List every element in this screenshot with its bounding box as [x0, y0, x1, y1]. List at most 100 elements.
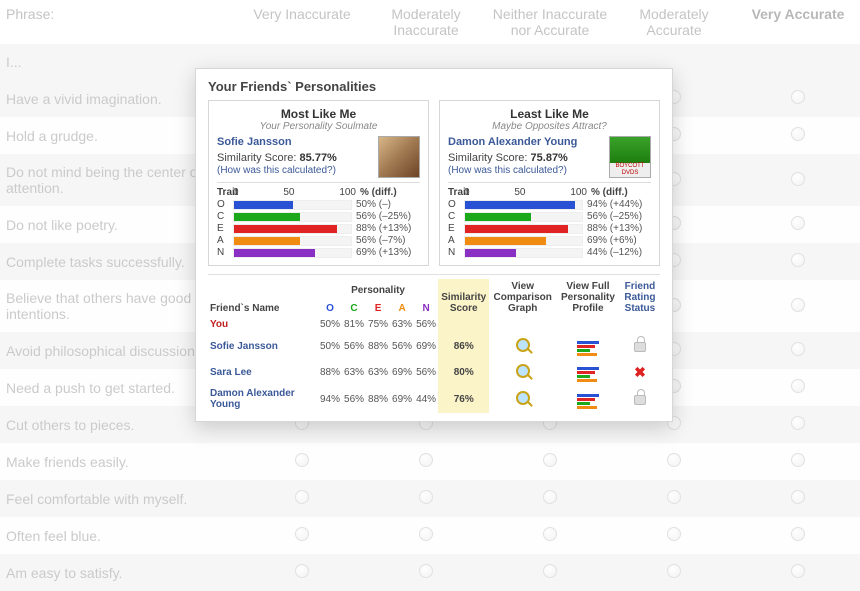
- trait-row: A 69% (+6%): [448, 235, 651, 246]
- how-calculated-link[interactable]: (How was this calculated?): [448, 165, 567, 176]
- least-heading: Least Like Me: [448, 107, 651, 121]
- trait-value: 56%: [342, 333, 366, 359]
- similarity-cell: 76%: [438, 385, 489, 413]
- radio-option[interactable]: [667, 453, 681, 467]
- radio-option[interactable]: [543, 490, 557, 504]
- radio-option[interactable]: [791, 253, 805, 267]
- radio-option[interactable]: [667, 564, 681, 578]
- trait-row: N69% (+13%): [217, 247, 420, 258]
- radio-option[interactable]: [419, 527, 433, 541]
- radio-option[interactable]: [791, 564, 805, 578]
- radio-option[interactable]: [543, 527, 557, 541]
- most-like-me-box: Most Like Me Your Personality Soulmate S…: [208, 100, 429, 266]
- survey-row: Am easy to satisfy.: [0, 554, 860, 591]
- radio-option[interactable]: [791, 416, 805, 430]
- trait-row: N44% (–12%): [448, 247, 651, 258]
- trait-value: 69% (+6%): [587, 235, 651, 246]
- col-view-graph: View Comparison Graph: [489, 279, 556, 316]
- trait-value: 69%: [390, 359, 414, 385]
- trait-letter: O: [217, 199, 233, 210]
- radio-option[interactable]: [295, 453, 309, 467]
- radio-option[interactable]: [295, 490, 309, 504]
- magnifier-icon[interactable]: [516, 391, 530, 405]
- how-calculated-link[interactable]: (How was this calculated?): [217, 165, 336, 176]
- survey-col-4: Moderately Accurate: [612, 0, 736, 44]
- survey-col-5: Very Accurate: [736, 0, 860, 44]
- magnifier-icon[interactable]: [516, 338, 530, 352]
- trait-value: 81%: [342, 316, 366, 333]
- radio-option[interactable]: [791, 90, 805, 104]
- trait-bar: [233, 212, 352, 222]
- friend-name[interactable]: Damon Alexander Young: [208, 385, 318, 413]
- trait-row: O50% (–): [217, 199, 420, 210]
- similarity-cell: 80%: [438, 359, 489, 385]
- radio-option[interactable]: [295, 564, 309, 578]
- radio-option[interactable]: [791, 342, 805, 356]
- radio-option[interactable]: [419, 453, 433, 467]
- col-similarity: Similarity Score: [438, 279, 489, 316]
- trait-bar: [233, 236, 352, 246]
- least-similarity-score: 75.87%: [531, 152, 568, 164]
- radio-option[interactable]: [667, 490, 681, 504]
- survey-question: Feel comfortable with myself.: [0, 480, 240, 517]
- trait-value: 94%: [318, 385, 342, 413]
- lock-icon[interactable]: [634, 342, 646, 352]
- profile-bars-icon[interactable]: [577, 341, 599, 356]
- radio-option[interactable]: [791, 172, 805, 186]
- radio-option[interactable]: [791, 127, 805, 141]
- friend-row: Sofie Jansson50%56%88%56%69%86%: [208, 333, 660, 359]
- radio-option[interactable]: [419, 564, 433, 578]
- radio-option[interactable]: [791, 453, 805, 467]
- radio-option[interactable]: [419, 490, 433, 504]
- trait-bar: [464, 200, 583, 210]
- trait-row: E88% (+13%): [448, 223, 651, 234]
- trait-bar: [464, 212, 583, 222]
- trait-value: 50%: [318, 316, 342, 333]
- lock-icon[interactable]: [634, 395, 646, 405]
- trait-row: C56% (–25%): [448, 211, 651, 222]
- trait-value: 69%: [390, 385, 414, 413]
- trait-value: 56% (–25%): [356, 211, 420, 222]
- similarity-label: Similarity Score:: [448, 152, 527, 164]
- trait-letter: E: [217, 223, 233, 234]
- trait-bar: [464, 248, 583, 258]
- friend-name[interactable]: Sofie Jansson: [208, 333, 318, 359]
- most-friend-name[interactable]: Sofie Jansson: [217, 136, 372, 148]
- friend-name[interactable]: Sara Lee: [208, 359, 318, 385]
- friend-row: Damon Alexander Young94%56%88%69%44%76%: [208, 385, 660, 413]
- least-friend-avatar[interactable]: BOYCOTT DVDS: [609, 136, 651, 178]
- least-friend-name[interactable]: Damon Alexander Young: [448, 136, 603, 148]
- survey-col-3: Neither Inaccurate nor Accurate: [488, 0, 612, 44]
- radio-option[interactable]: [295, 527, 309, 541]
- survey-question: Make friends easily.: [0, 443, 240, 480]
- radio-option[interactable]: [791, 527, 805, 541]
- trait-value: 56%: [390, 333, 414, 359]
- radio-option[interactable]: [667, 527, 681, 541]
- survey-row: Feel comfortable with myself.: [0, 480, 860, 517]
- similarity-cell: [438, 316, 489, 333]
- trait-letter: O: [448, 199, 464, 210]
- trait-value: 88%: [366, 385, 390, 413]
- col-friend-status: Friend Rating Status: [620, 279, 660, 316]
- profile-bars-icon[interactable]: [577, 367, 599, 382]
- trait-bar: [233, 224, 352, 234]
- least-subtitle: Maybe Opposites Attract?: [448, 121, 651, 132]
- profile-bars-icon[interactable]: [577, 394, 599, 409]
- magnifier-icon[interactable]: [516, 364, 530, 378]
- radio-option[interactable]: [791, 298, 805, 312]
- radio-option[interactable]: [791, 379, 805, 393]
- most-friend-avatar[interactable]: [378, 136, 420, 178]
- radio-option[interactable]: [543, 453, 557, 467]
- x-icon[interactable]: ✖: [634, 364, 646, 380]
- trait-row: A56% (–7%): [217, 235, 420, 246]
- trait-value: 56%: [414, 359, 438, 385]
- radio-option[interactable]: [791, 490, 805, 504]
- most-heading: Most Like Me: [217, 107, 420, 121]
- trait-value: 63%: [390, 316, 414, 333]
- survey-question: Am easy to satisfy.: [0, 554, 240, 591]
- radio-option[interactable]: [543, 564, 557, 578]
- friend-row: Sara Lee88%63%63%69%56%80%✖: [208, 359, 660, 385]
- radio-option[interactable]: [791, 216, 805, 230]
- survey-col-1: Very Inaccurate: [240, 0, 364, 44]
- trait-letter: A: [448, 235, 464, 246]
